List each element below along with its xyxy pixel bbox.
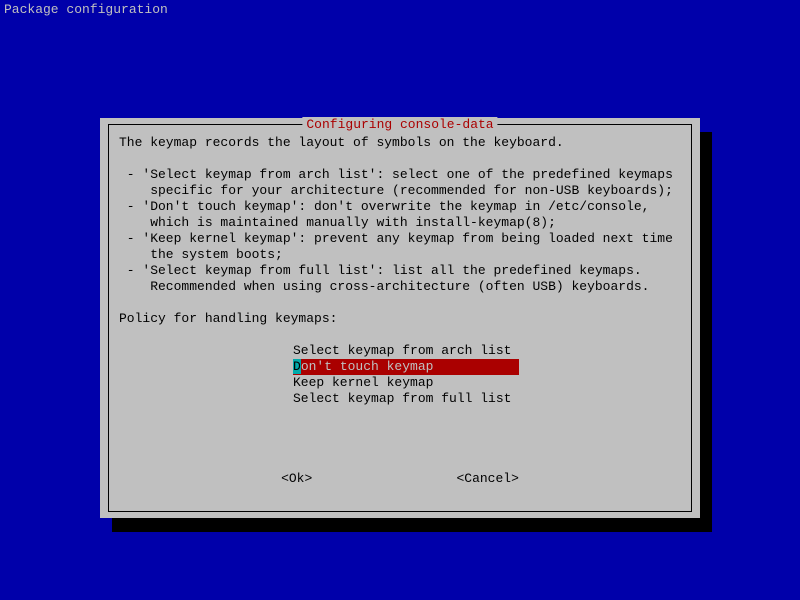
option-full-list[interactable]: Select keymap from full list <box>293 391 519 407</box>
ok-button[interactable]: <Ok> <box>281 471 312 487</box>
bullet-1: - 'Don't touch keymap': don't overwrite … <box>119 199 650 230</box>
screen-title: Package configuration <box>4 2 168 18</box>
bullet-3: - 'Select keymap from full list': list a… <box>119 263 650 294</box>
options-menu: Select keymap from arch list Don't touch… <box>293 343 519 407</box>
option-dont-touch-rest: on't touch keymap <box>301 359 519 374</box>
option-dont-touch[interactable]: Don't touch keymap <box>293 359 519 375</box>
cancel-button[interactable]: <Cancel> <box>456 471 518 487</box>
option-arch-list[interactable]: Select keymap from arch list <box>293 343 519 359</box>
prompt-text: Policy for handling keymaps: <box>119 311 337 326</box>
option-keep-kernel[interactable]: Keep kernel keymap <box>293 375 519 391</box>
bullet-2: - 'Keep kernel keymap': prevent any keym… <box>119 231 673 262</box>
cursor-char: D <box>293 359 301 374</box>
dialog-title: Configuring console-data <box>302 117 497 133</box>
intro-text: The keymap records the layout of symbols… <box>119 135 564 150</box>
bullet-0: - 'Select keymap from arch list': select… <box>119 167 673 198</box>
dialog-body: The keymap records the layout of symbols… <box>119 135 681 327</box>
config-dialog: Configuring console-data The keymap reco… <box>100 118 700 518</box>
button-row: <Ok> <Cancel> <box>109 471 691 487</box>
dialog-border: Configuring console-data The keymap reco… <box>108 124 692 512</box>
